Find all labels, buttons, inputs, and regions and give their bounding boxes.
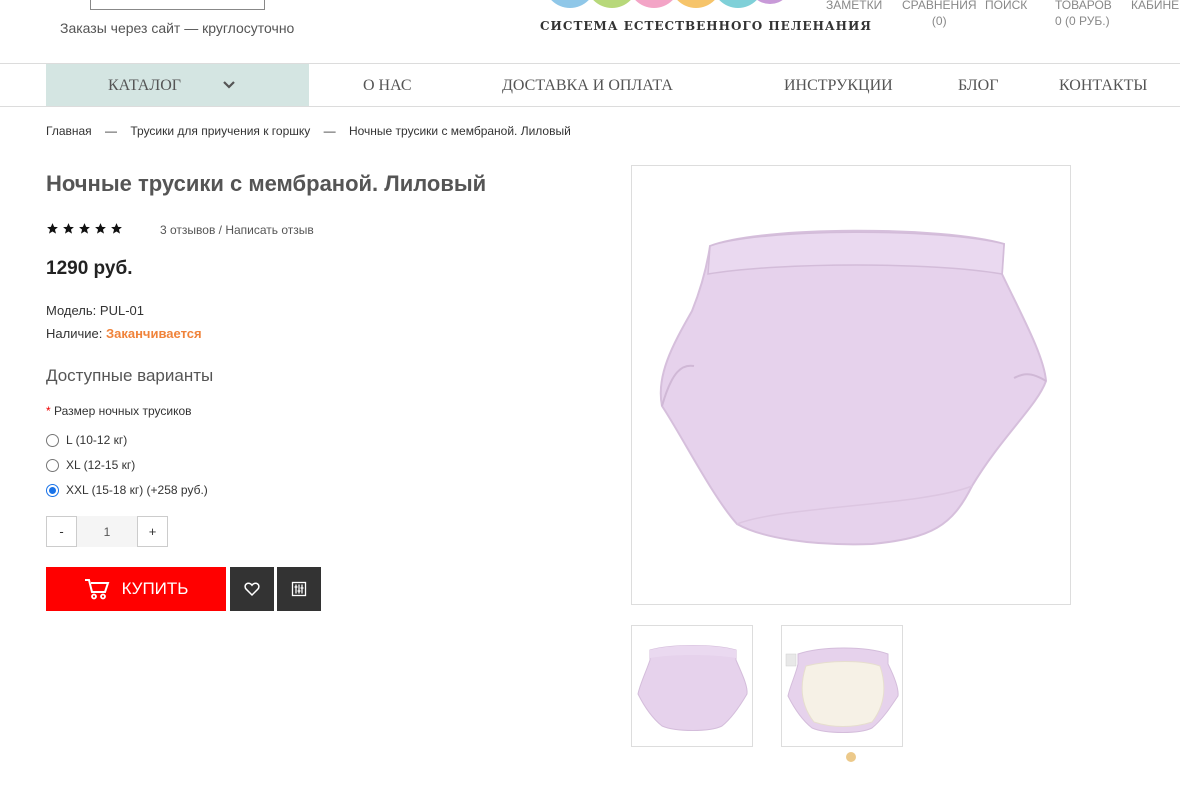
star-icon — [63, 223, 74, 234]
compare-icon — [291, 581, 307, 597]
nav-delivery[interactable]: ДОСТАВКА И ОПЛАТА — [502, 77, 673, 95]
product-model: Модель: PUL-01 — [46, 303, 144, 318]
quantity-plus-button[interactable]: + — [137, 516, 168, 547]
reviews-link[interactable]: 3 отзывов / Написать отзыв — [160, 223, 314, 237]
availability-status: Заканчивается — [105, 326, 202, 341]
nav-catalog[interactable]: КАТАЛОГ — [46, 64, 309, 106]
size-option-xxl[interactable]: XXL (15-18 кг) (+258 руб.) — [46, 483, 208, 497]
option-label-text: Размер ночных трусиков — [54, 404, 192, 418]
star-icon — [79, 223, 90, 234]
product-thumbnail[interactable] — [631, 625, 753, 747]
nav-instructions[interactable]: ИНСТРУКЦИИ — [784, 77, 893, 95]
compare-link[interactable]: СРАВНЕНИЯ (0) — [902, 0, 977, 29]
star-icon — [111, 223, 122, 234]
model-label: Модель: — [46, 303, 97, 318]
size-option-label: L (10-12 кг) — [66, 433, 128, 447]
size-option-l[interactable]: L (10-12 кг) — [46, 433, 127, 447]
carousel-dot[interactable] — [846, 752, 856, 762]
product-title: Ночные трусики с мембраной. Лиловый — [46, 171, 487, 196]
required-mark: * — [46, 404, 51, 418]
model-value: PUL-01 — [99, 303, 144, 318]
star-icon — [95, 223, 106, 234]
quantity-minus-button[interactable]: - — [46, 516, 77, 547]
nav-contacts[interactable]: КОНТАКТЫ — [1059, 77, 1147, 95]
size-option-label: XL (12-15 кг) — [66, 458, 136, 472]
wishlist-button[interactable] — [230, 567, 274, 611]
product-availability: Наличие: Заканчивается — [46, 326, 202, 341]
radio-button-selected[interactable] — [46, 483, 59, 497]
header-search-box[interactable] — [90, 0, 265, 10]
product-main-image[interactable] — [631, 165, 1071, 605]
breadcrumb-separator: — — [105, 124, 118, 138]
rating-stars — [46, 222, 123, 235]
size-option-xl[interactable]: XL (12-15 кг) — [46, 458, 135, 472]
availability-label: Наличие: — [46, 326, 103, 341]
heart-icon — [244, 582, 260, 597]
star-icon — [47, 223, 58, 234]
cart-link[interactable]: ТОВАРОВ 0 (0 РУБ.) — [1055, 0, 1112, 29]
quantity-input[interactable]: 1 — [77, 516, 137, 547]
buy-button-label: КУПИТЬ — [121, 579, 189, 598]
product-price: 1290 руб. — [46, 258, 133, 279]
cart-icon — [84, 579, 109, 600]
thumbnail-front-image — [637, 645, 748, 731]
chevron-down-icon — [223, 81, 235, 89]
logo-icon[interactable] — [540, 0, 785, 8]
account-link[interactable]: КАБИНЕ — [1131, 0, 1179, 13]
breadcrumb-category[interactable]: Трусики для приучения к горшку — [130, 124, 310, 138]
nav-about[interactable]: О НАС — [363, 77, 412, 95]
option-label: * Размер ночных трусиков — [46, 404, 192, 418]
breadcrumb-separator: — — [323, 124, 336, 138]
quantity-stepper: - 1 + — [46, 516, 168, 547]
nav-catalog-label: КАТАЛОГ — [108, 77, 182, 94]
notes-link[interactable]: ЗАМЕТКИ — [826, 0, 882, 13]
main-nav: КАТАЛОГ О НАС ДОСТАВКА И ОПЛАТА ИНСТРУКЦ… — [0, 63, 1180, 107]
thumbnail-inside-image — [785, 647, 899, 733]
size-option-label: XXL (15-18 кг) (+258 руб.) — [66, 483, 208, 497]
product-thumbnail[interactable] — [781, 625, 903, 747]
orders-note: Заказы через сайт — круглосуточно — [60, 20, 295, 36]
compare-button[interactable] — [277, 567, 321, 611]
search-link[interactable]: ПОИСК — [985, 0, 1027, 13]
variants-title: Доступные варианты — [46, 366, 214, 385]
breadcrumb-home[interactable]: Главная — [46, 124, 92, 138]
radio-button[interactable] — [46, 458, 59, 472]
product-image-panties — [659, 229, 1048, 546]
buy-button[interactable]: КУПИТЬ — [46, 567, 226, 611]
logo-caption: СИСТЕМА ЕСТЕСТВЕННОГО ПЕЛЕНАНИЯ — [540, 19, 872, 33]
breadcrumb: Главная — Трусики для приучения к горшку… — [46, 124, 571, 138]
nav-blog[interactable]: БЛОГ — [958, 77, 998, 95]
radio-button[interactable] — [46, 433, 59, 447]
breadcrumb-current: Ночные трусики с мембраной. Лиловый — [348, 124, 571, 138]
